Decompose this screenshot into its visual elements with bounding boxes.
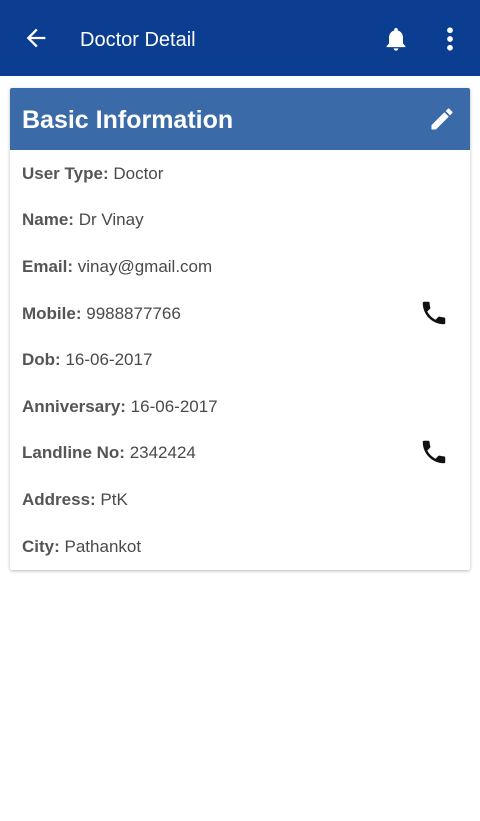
- field-label: Email:: [22, 257, 74, 276]
- field-label: Anniversary:: [22, 397, 126, 416]
- field-label: User Type:: [22, 164, 109, 183]
- field-city: City: Pathankot: [22, 532, 462, 562]
- field-label: Dob:: [22, 350, 61, 369]
- field-label: Landline No:: [22, 443, 125, 462]
- phone-icon[interactable]: [419, 298, 449, 328]
- basic-information-card: Basic Information User Type: Doctor Name…: [10, 88, 470, 570]
- field-value: Doctor: [113, 164, 164, 183]
- field-value: 16-06-2017: [65, 350, 153, 369]
- field-dob: Dob: 16-06-2017: [22, 345, 462, 375]
- card-header: Basic Information: [10, 88, 470, 150]
- field-anniversary: Anniversary: 16-06-2017: [22, 392, 462, 422]
- bell-icon[interactable]: [382, 24, 410, 54]
- field-value: Dr Vinay: [78, 210, 144, 229]
- app-bar: Doctor Detail: [0, 0, 480, 76]
- field-value: PtK: [100, 490, 128, 509]
- field-value: 16-06-2017: [130, 397, 218, 416]
- field-label: Name:: [22, 210, 74, 229]
- phone-icon[interactable]: [419, 437, 449, 467]
- field-label: City:: [22, 537, 60, 556]
- field-label: Address:: [22, 490, 96, 509]
- field-email: Email: vinay@gmail.com: [22, 252, 462, 282]
- field-value: vinay@gmail.com: [77, 257, 213, 276]
- field-mobile: Mobile: 9988877766: [22, 299, 462, 329]
- arrow-left-icon[interactable]: [22, 24, 50, 52]
- field-address: Address: PtK: [22, 485, 462, 515]
- field-user-type: User Type: Doctor: [22, 159, 462, 189]
- more-vertical-icon[interactable]: [440, 24, 460, 54]
- field-value: 2342424: [129, 443, 196, 462]
- field-value: Pathankot: [64, 537, 142, 556]
- page-title: Doctor Detail: [80, 29, 196, 51]
- card-title: Basic Information: [22, 106, 234, 134]
- field-landline: Landline No: 2342424: [22, 438, 462, 468]
- field-label: Mobile:: [22, 304, 82, 323]
- field-value: 9988877766: [86, 304, 181, 323]
- pencil-icon[interactable]: [428, 105, 456, 133]
- field-name: Name: Dr Vinay: [22, 205, 462, 235]
